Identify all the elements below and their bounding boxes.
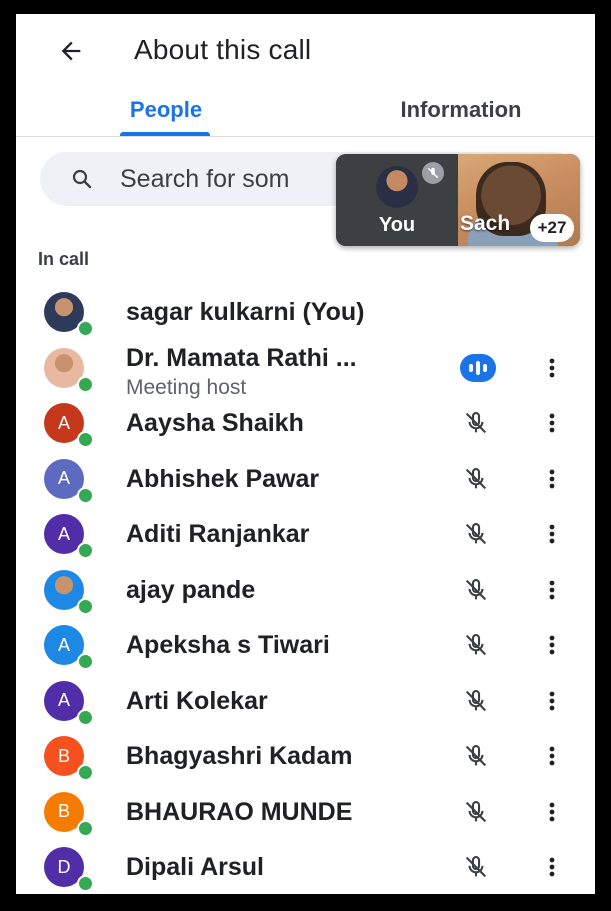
online-status-icon [77, 653, 94, 670]
online-status-icon [77, 597, 94, 615]
mic-off-icon[interactable] [460, 629, 492, 661]
search-icon [72, 169, 92, 189]
picture-in-picture-preview[interactable]: You Sach +27 [336, 154, 580, 246]
in-call-section-label: In call [38, 249, 90, 269]
participant-name: Aaysha Shaikh [126, 409, 304, 437]
online-status-icon [77, 764, 94, 781]
online-status-icon [77, 708, 94, 726]
participant-row[interactable]: B Bhagyashri Kadam [16, 728, 595, 784]
participant-name: Dr. Mamata Rathi ... [126, 343, 357, 372]
more-options-icon[interactable] [540, 574, 564, 606]
more-options-icon[interactable] [540, 352, 564, 384]
extra-participants-badge: +27 [530, 214, 574, 242]
avatar-initial: A [57, 690, 70, 710]
online-status-icon [77, 875, 94, 892]
more-options-icon[interactable] [540, 851, 564, 883]
online-status-icon [77, 819, 94, 837]
pip-participant-label: Sach [460, 212, 511, 235]
speaking-indicator-icon [460, 353, 496, 382]
mic-off-icon [422, 162, 444, 184]
participant-name: ajay pande [126, 575, 256, 604]
mic-off-icon[interactable] [460, 574, 492, 606]
participant-name: Bhagyashri Kadam [126, 742, 353, 770]
tab-information[interactable]: Information [376, 86, 546, 134]
more-options-icon[interactable] [540, 740, 564, 772]
participant-name: Dipali Arsul [126, 853, 264, 881]
online-status-icon [77, 542, 94, 559]
online-status-icon [77, 431, 94, 448]
pip-self-label: You [378, 214, 416, 236]
app-header: About this call [16, 14, 595, 84]
participant-name: Abhishek Pawar [126, 464, 320, 493]
avatar-initial: A [57, 468, 70, 488]
more-options-icon[interactable] [540, 407, 564, 439]
participant-name: Arti Kolekar [126, 686, 268, 715]
online-status-icon [77, 486, 94, 504]
participant-row[interactable]: sagar kulkarni (You) [16, 284, 595, 340]
participant-row[interactable]: ajay pande [16, 562, 595, 618]
avatar-initial: D [57, 856, 71, 877]
more-options-icon[interactable] [540, 629, 564, 661]
mic-off-icon[interactable] [460, 518, 492, 550]
mic-off-icon[interactable] [460, 463, 492, 495]
avatar-initial: A [57, 634, 70, 655]
tab-people[interactable]: People [111, 86, 221, 134]
tabs-divider [16, 136, 595, 137]
avatar-initial: A [57, 412, 70, 433]
mic-off-icon[interactable] [460, 685, 492, 717]
page-title: About this call [134, 34, 312, 65]
avatar-initial: B [57, 745, 70, 766]
online-status-icon [77, 375, 94, 393]
more-options-icon[interactable] [540, 463, 564, 495]
participant-row[interactable]: A Apeksha s Tiwari [16, 617, 595, 673]
participant-row[interactable]: B BHAURAO MUNDE [16, 784, 595, 840]
mic-off-icon[interactable] [460, 851, 492, 883]
mic-off-icon[interactable] [460, 740, 492, 772]
more-options-icon[interactable] [540, 796, 564, 828]
participant-name: sagar kulkarni (You) [126, 298, 365, 326]
avatar-initial: A [57, 523, 70, 544]
more-options-icon[interactable] [540, 518, 564, 550]
participant-name: Aditi Ranjankar [126, 520, 310, 548]
pip-participant-tile: Sach +27 [458, 154, 580, 246]
participant-row[interactable]: A Abhishek Pawar [16, 451, 595, 507]
participant-row[interactable]: Dr. Mamata Rathi ... Meeting host [16, 340, 595, 399]
back-button[interactable] [54, 34, 88, 68]
screenshot-frame: About this call People Information Searc… [6, 6, 605, 905]
participant-row[interactable]: D Dipali Arsul [16, 839, 595, 894]
pip-self-tile: You [336, 154, 458, 246]
mic-off-icon[interactable] [460, 796, 492, 828]
participant-row[interactable]: A Arti Kolekar [16, 673, 595, 729]
participant-name: Apeksha s Tiwari [126, 631, 330, 659]
more-options-icon[interactable] [540, 685, 564, 717]
arrow-left-icon [61, 41, 81, 61]
search-placeholder: Search for som [120, 165, 290, 193]
self-avatar [376, 166, 418, 208]
tab-bar: People Information [16, 86, 595, 138]
call-details-screen: About this call People Information Searc… [16, 14, 595, 894]
mic-off-icon[interactable] [460, 407, 492, 439]
online-status-icon [77, 320, 94, 337]
participant-row[interactable]: A Aaysha Shaikh [16, 395, 595, 451]
participant-row[interactable]: A Aditi Ranjankar [16, 506, 595, 562]
avatar-initial: B [57, 801, 70, 821]
participant-name: BHAURAO MUNDE [126, 797, 353, 826]
